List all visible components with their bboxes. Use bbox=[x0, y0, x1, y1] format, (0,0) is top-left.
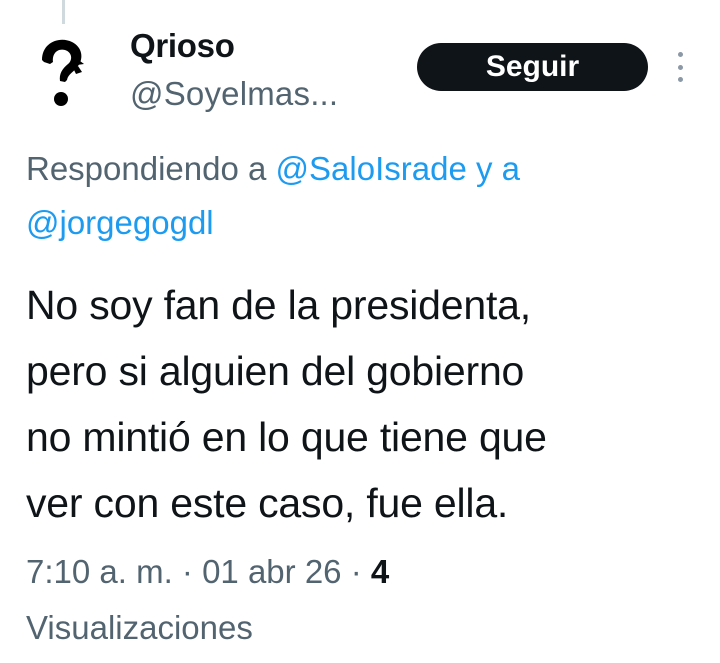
tweet-text: No soy fan de la presidenta, pero si alg… bbox=[26, 272, 716, 536]
tweet-text-line: no mintió en lo que tiene que bbox=[26, 414, 547, 460]
meta-separator: · bbox=[172, 553, 203, 590]
replying-to: Respondiendo a @SaloIsrade y a @jorgegog… bbox=[26, 142, 706, 250]
avatar[interactable] bbox=[30, 34, 94, 114]
question-mark-face-icon bbox=[42, 39, 84, 106]
mention-link[interactable]: @SaloIsrade bbox=[276, 150, 467, 187]
tweet-metadata: 7:10 a. m. · 01 abr 26 · 4 Visualizacion… bbox=[26, 544, 706, 656]
mention-link[interactable]: @jorgegogdl bbox=[26, 204, 214, 241]
follow-button[interactable]: Seguir bbox=[417, 43, 648, 91]
more-vertical-icon[interactable] bbox=[672, 52, 688, 82]
tweet-date[interactable]: 01 abr 26 bbox=[202, 553, 341, 590]
tweet-text-line: No soy fan de la presidenta, bbox=[26, 282, 531, 328]
tweet-text-line: pero si alguien del gobierno bbox=[26, 348, 525, 394]
views-label[interactable]: Visualizaciones bbox=[26, 609, 253, 646]
user-identity[interactable]: Qrioso @Soyelmas... bbox=[130, 26, 338, 114]
tweet-time[interactable]: 7:10 a. m. bbox=[26, 553, 173, 590]
views-count[interactable]: 4 bbox=[371, 553, 389, 590]
user-handle[interactable]: @Soyelmas... bbox=[130, 74, 338, 114]
replying-to-conjunction: y a bbox=[466, 150, 520, 187]
meta-separator: · bbox=[341, 553, 371, 590]
display-name[interactable]: Qrioso bbox=[130, 26, 338, 66]
tweet-text-line: ver con este caso, fue ella. bbox=[26, 480, 509, 526]
replying-to-prefix: Respondiendo a bbox=[26, 150, 276, 187]
thread-connector-line bbox=[62, 0, 65, 24]
